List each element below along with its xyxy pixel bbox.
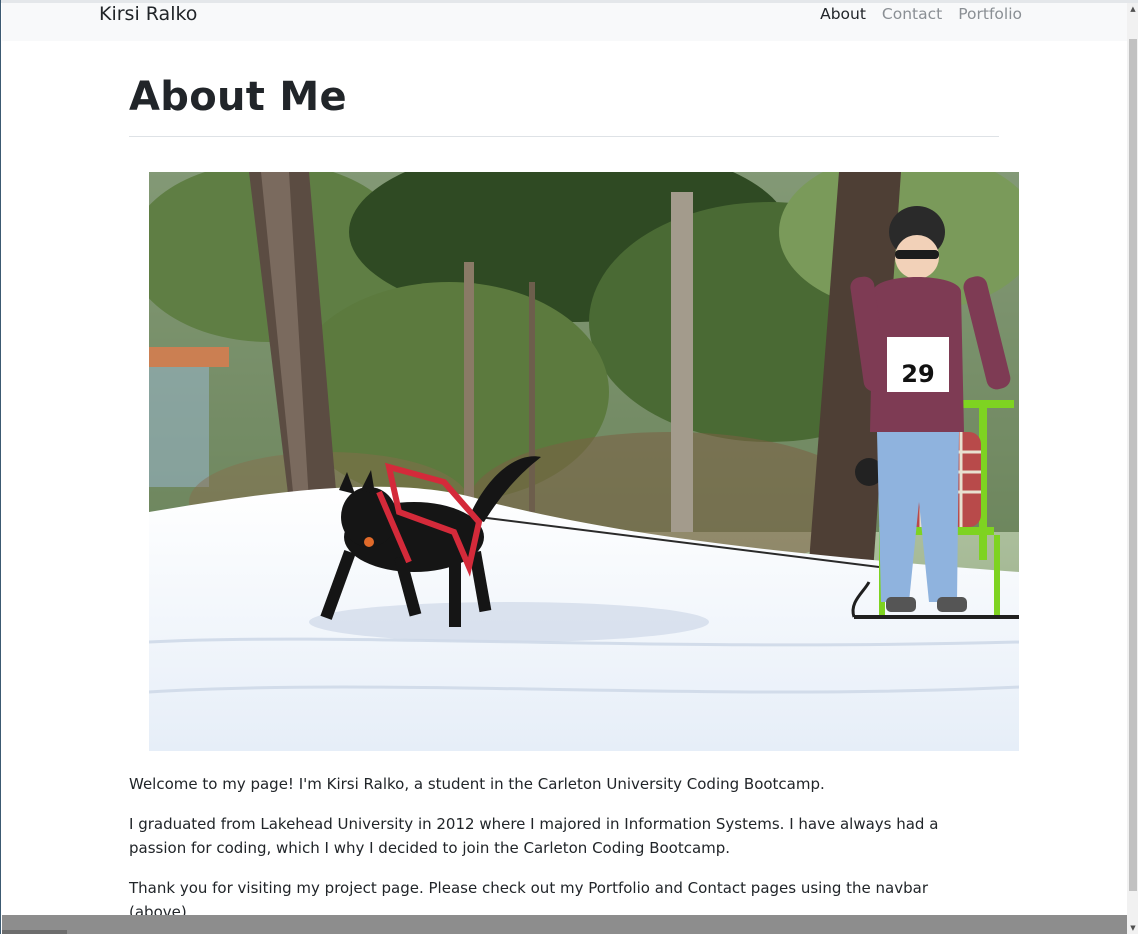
horizontal-scrollbar[interactable] (2, 915, 1127, 934)
education-paragraph: I graduated from Lakehead University in … (129, 815, 939, 857)
horizontal-scrollbar-thumb[interactable] (2, 930, 67, 934)
nav-links: About Contact Portfolio (820, 4, 1022, 24)
scroll-down-arrow-icon[interactable]: ▼ (1127, 922, 1138, 934)
nav-link-contact[interactable]: Contact (882, 4, 942, 24)
title-divider (129, 136, 999, 137)
nav-link-portfolio[interactable]: Portfolio (958, 4, 1022, 24)
navbar-brand[interactable]: Kirsi Ralko (99, 3, 197, 25)
scrollbar-thumb[interactable] (1129, 39, 1137, 891)
vertical-scrollbar[interactable]: ▲ ▼ (1127, 3, 1138, 934)
page-title: About Me (129, 74, 347, 120)
about-section: About Me 29 Welcome to my page! I'm Kirs… (129, 41, 1019, 921)
browser-viewport: Kirsi Ralko About Contact Portfolio Abou… (0, 0, 1138, 934)
nav-link-about[interactable]: About (820, 4, 866, 24)
navbar: Kirsi Ralko About Contact Portfolio (2, 3, 1128, 41)
svg-text:29: 29 (901, 360, 934, 388)
intro-paragraph: Welcome to my page! I'm Kirsi Ralko, a s… (129, 775, 825, 793)
scroll-up-arrow-icon[interactable]: ▲ (1127, 3, 1138, 15)
about-photo: 29 (149, 172, 1019, 751)
